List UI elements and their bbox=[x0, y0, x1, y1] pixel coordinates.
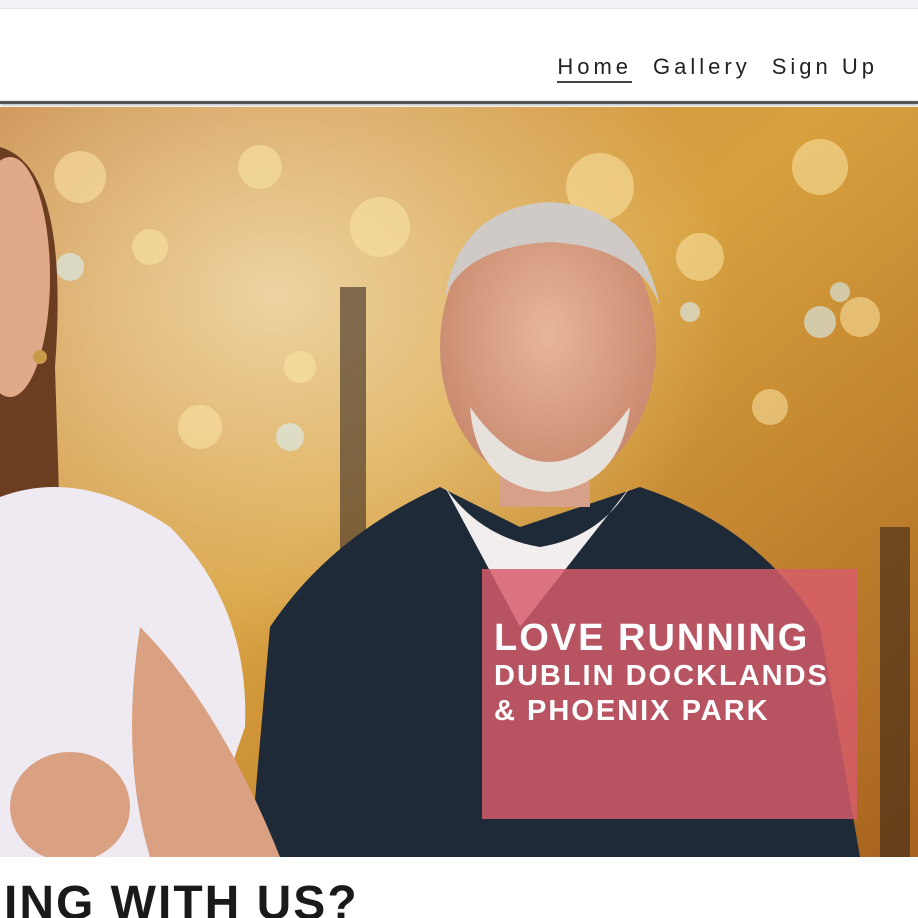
top-strip bbox=[0, 0, 918, 9]
hero-banner: LOVE RUNNING DUBLIN DOCKLANDS & PHOENIX … bbox=[0, 107, 918, 857]
header-divider bbox=[0, 101, 918, 104]
nav-link-home[interactable]: Home bbox=[557, 53, 633, 83]
hero-overlay-box: LOVE RUNNING DUBLIN DOCKLANDS & PHOENIX … bbox=[482, 569, 857, 819]
nav-link-sign-up[interactable]: Sign Up bbox=[772, 53, 878, 83]
hero-title: LOVE RUNNING bbox=[494, 617, 810, 659]
hero-subtitle-line1: DUBLIN DOCKLANDS bbox=[494, 660, 829, 692]
site-header: Home Gallery Sign Up bbox=[0, 9, 918, 101]
section-heading: ING WITH US? bbox=[0, 880, 918, 918]
nav-link-gallery[interactable]: Gallery bbox=[653, 53, 751, 83]
main-nav: Home Gallery Sign Up bbox=[557, 53, 878, 83]
hero-subtitle-line2: & PHOENIX PARK bbox=[494, 695, 770, 727]
section-heading-text: ING WITH US? bbox=[4, 880, 359, 918]
